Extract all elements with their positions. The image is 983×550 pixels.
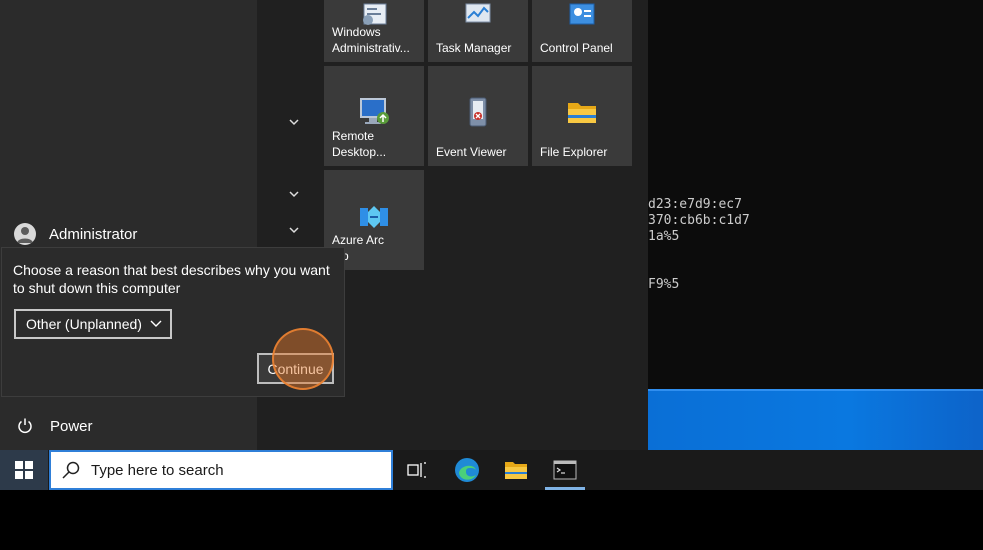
search-icon [62, 461, 80, 479]
terminal-window[interactable] [648, 0, 983, 389]
taskbar-search-box[interactable]: Type here to search [49, 450, 393, 490]
event-viewer-icon [469, 97, 487, 127]
tile-label: Windows Administrativ... [332, 25, 410, 55]
click-indicator [272, 328, 334, 390]
chevron-down-icon[interactable] [286, 225, 302, 237]
remote-desktop-icon [360, 98, 389, 124]
power-label: Power [50, 417, 93, 435]
shutdown-reason-select[interactable]: Other (Unplanned) [14, 309, 172, 339]
terminal-line: 1a%5 [648, 229, 680, 244]
task-view-button[interactable] [395, 450, 439, 490]
chevron-down-icon[interactable] [286, 117, 302, 129]
tile-file-explorer[interactable]: File Explorer [532, 66, 632, 166]
screen-border [0, 490, 983, 550]
terminal-line: d23:e7d9:ec7 [648, 197, 742, 212]
tile-remote-desktop[interactable]: Remote Desktop... [324, 66, 424, 166]
start-button[interactable] [0, 450, 48, 490]
terminal-line: 370:cb6b:c1d7 [648, 213, 750, 228]
azure-arc-icon [360, 206, 388, 228]
tile-control-panel[interactable]: Control Panel [532, 0, 632, 62]
edge-browser-button[interactable] [445, 450, 489, 490]
tile-event-viewer[interactable]: Event Viewer [428, 66, 528, 166]
terminal-line: F9%5 [648, 277, 680, 292]
user-icon [17, 227, 33, 243]
task-manager-icon [465, 3, 491, 23]
control-panel-icon [569, 3, 595, 25]
windows-logo-icon [15, 461, 33, 479]
tile-label: Control Panel [540, 41, 613, 55]
tile-task-manager[interactable]: Task Manager [428, 0, 528, 62]
search-placeholder: Type here to search [91, 461, 224, 479]
tile-label: Remote Desktop... [332, 129, 387, 159]
user-name: Administrator [49, 225, 138, 243]
tile-label: Event Viewer [436, 145, 507, 159]
avatar [14, 223, 36, 245]
edge-icon [455, 458, 479, 482]
tile-label: Task Manager [436, 41, 512, 55]
chevron-down-icon[interactable] [286, 189, 302, 201]
desktop-wallpaper [648, 389, 983, 450]
command-prompt-icon [553, 460, 577, 480]
power-button[interactable]: Power [16, 414, 93, 438]
folder-icon [505, 462, 527, 479]
tile-label: File Explorer [540, 145, 608, 159]
shutdown-reason-value: Other (Unplanned) [26, 316, 142, 332]
taskbar: Type here to search [0, 450, 983, 490]
user-account-button[interactable]: Administrator [14, 222, 137, 246]
file-explorer-icon [568, 103, 596, 123]
terminal-button[interactable] [543, 450, 587, 490]
shutdown-prompt: Choose a reason that best describes why … [13, 262, 330, 296]
file-explorer-button[interactable] [494, 450, 538, 490]
task-view-icon [407, 462, 426, 478]
tile-windows-administrative-tools[interactable]: Windows Administrativ... [324, 0, 424, 62]
power-icon [18, 418, 32, 434]
chevron-down-icon [150, 320, 162, 327]
